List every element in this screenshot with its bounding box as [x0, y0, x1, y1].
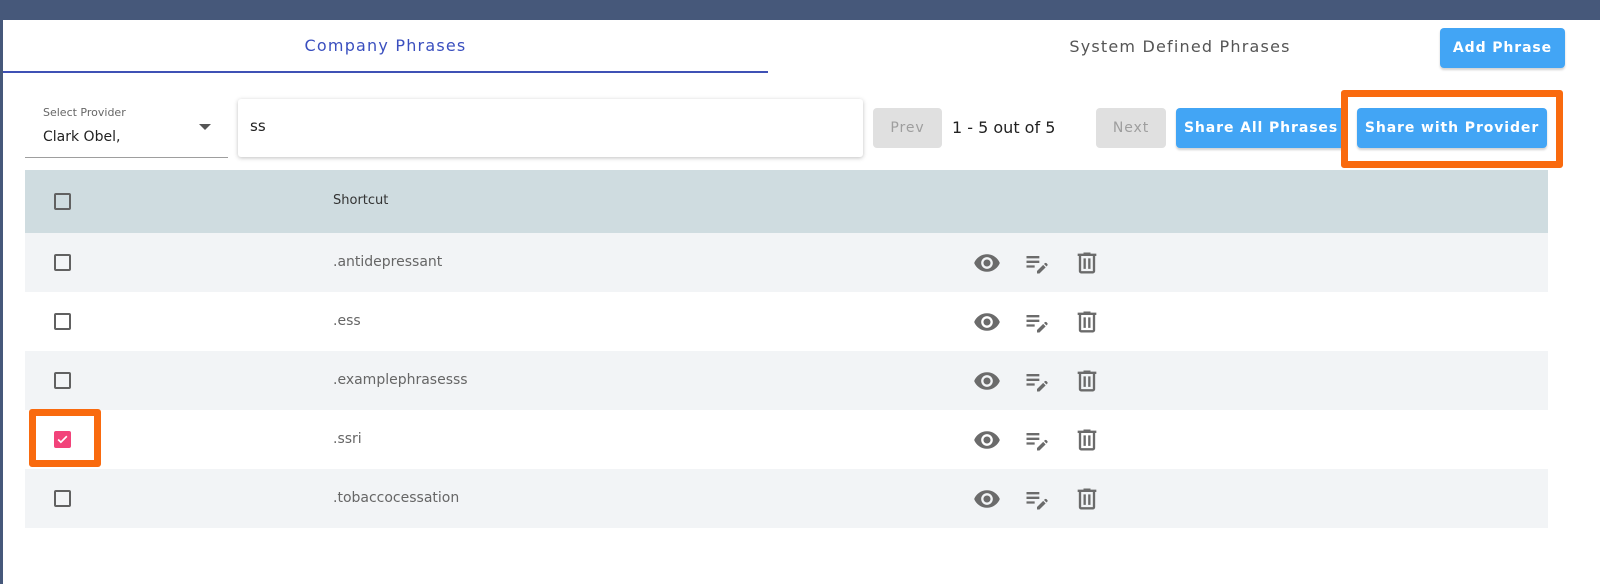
shortcut-cell: .ssri [333, 431, 362, 447]
share-all-phrases-button[interactable]: Share All Phrases [1176, 108, 1346, 148]
row-checkbox[interactable] [54, 254, 71, 271]
next-button[interactable]: Next [1096, 108, 1166, 148]
delete-icon[interactable] [1073, 426, 1101, 454]
shortcut-cell: .examplephrasesss [333, 372, 468, 388]
table-row: .ess [25, 292, 1548, 351]
edit-note-icon[interactable] [1023, 485, 1051, 513]
delete-icon[interactable] [1073, 367, 1101, 395]
row-checkbox[interactable] [54, 490, 71, 507]
delete-icon[interactable] [1073, 485, 1101, 513]
edit-note-icon[interactable] [1023, 249, 1051, 277]
table-row: .examplephrasesss [25, 351, 1548, 410]
view-icon[interactable] [973, 485, 1001, 513]
row-checkbox[interactable] [54, 313, 71, 330]
share-with-provider-button[interactable]: Share with Provider [1357, 108, 1547, 148]
edit-note-icon[interactable] [1023, 308, 1051, 336]
edit-note-icon[interactable] [1023, 367, 1051, 395]
delete-icon[interactable] [1073, 249, 1101, 277]
search-container [238, 99, 863, 157]
edit-note-icon[interactable] [1023, 426, 1051, 454]
shortcut-cell: .tobaccocessation [333, 490, 460, 506]
dropdown-arrow-icon[interactable] [199, 124, 211, 130]
table-row: .antidepressant [25, 233, 1548, 292]
phrases-table: Shortcut .antidepressant .ess .exampleph… [25, 170, 1548, 528]
view-icon[interactable] [973, 367, 1001, 395]
left-border [0, 20, 3, 584]
view-icon[interactable] [973, 249, 1001, 277]
provider-select[interactable]: Select Provider Clark Obel, [25, 98, 228, 158]
select-all-checkbox[interactable] [54, 193, 71, 210]
prev-button[interactable]: Prev [873, 108, 942, 148]
column-header-shortcut: Shortcut [333, 193, 389, 208]
table-row: .ssri [25, 410, 1548, 469]
delete-icon[interactable] [1073, 308, 1101, 336]
add-phrase-button[interactable]: Add Phrase [1440, 28, 1565, 68]
search-input[interactable] [250, 117, 840, 135]
provider-select-label: Select Provider [43, 106, 126, 119]
top-header-bar [0, 0, 1600, 20]
row-checkbox-checked[interactable] [54, 431, 71, 448]
checkmark-icon [57, 435, 68, 444]
table-header: Shortcut [25, 170, 1548, 233]
tab-company-phrases[interactable]: Company Phrases [3, 20, 768, 73]
table-row: .tobaccocessation [25, 469, 1548, 528]
shortcut-cell: .ess [333, 313, 361, 329]
pagination-info: 1 - 5 out of 5 [952, 118, 1056, 137]
shortcut-cell: .antidepressant [333, 254, 443, 270]
view-icon[interactable] [973, 426, 1001, 454]
row-checkbox[interactable] [54, 372, 71, 389]
view-icon[interactable] [973, 308, 1001, 336]
provider-select-value: Clark Obel, [43, 129, 121, 145]
